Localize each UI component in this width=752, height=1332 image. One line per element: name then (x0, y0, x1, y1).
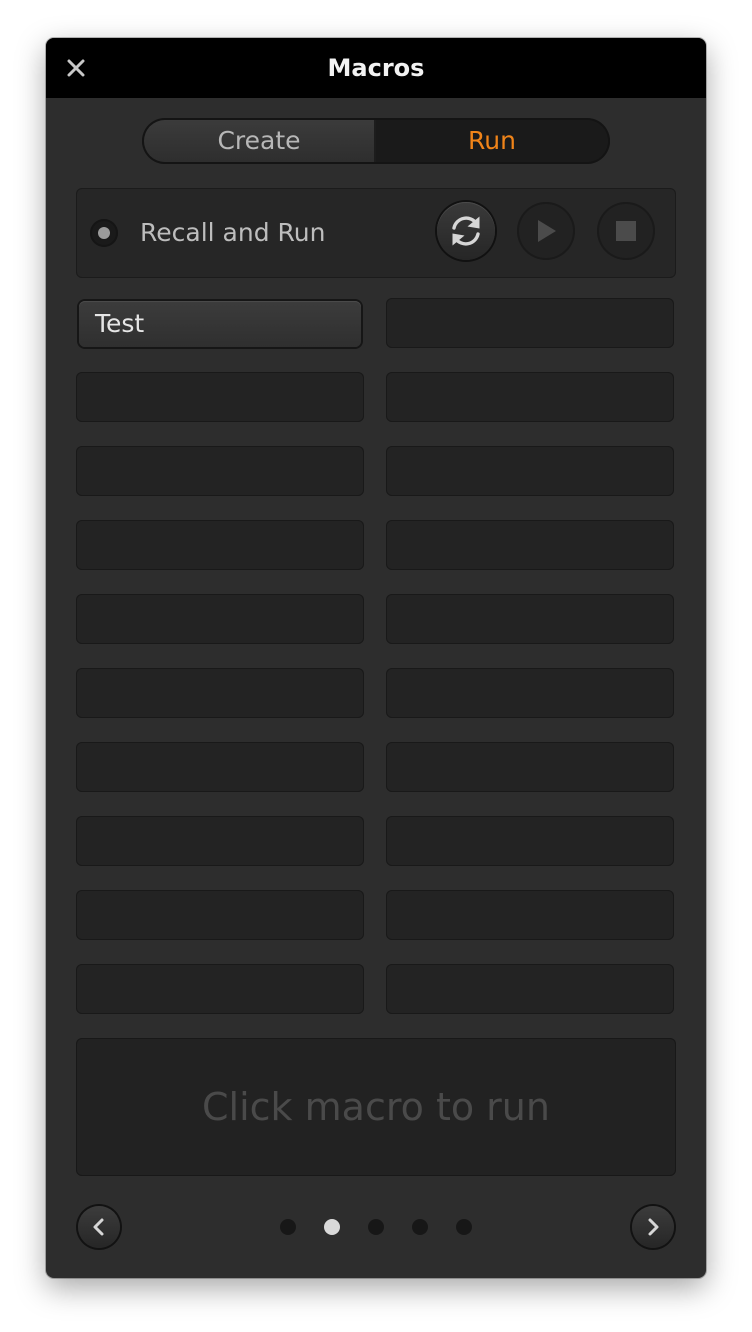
macro-slot[interactable] (76, 742, 364, 792)
macro-slot[interactable] (386, 446, 674, 496)
tab-run[interactable]: Run (376, 120, 608, 162)
recall-and-run-label: Recall and Run (140, 218, 326, 247)
status-message: Click macro to run (76, 1038, 676, 1176)
recall-and-run-panel: Recall and Run (76, 188, 676, 278)
play-button[interactable] (517, 202, 575, 260)
stop-button[interactable] (597, 202, 655, 260)
macro-slot[interactable] (386, 298, 674, 348)
page-dot[interactable] (280, 1219, 296, 1235)
next-page-button[interactable] (632, 1206, 674, 1248)
play-icon (538, 220, 556, 242)
macros-window: Macros Create Run Recall and Run Test Cl… (46, 38, 706, 1278)
macro-slot[interactable] (386, 520, 674, 570)
previous-page-button[interactable] (78, 1206, 120, 1248)
radio-dot (98, 227, 110, 239)
macro-slot[interactable] (386, 890, 674, 940)
loop-button[interactable] (437, 202, 495, 260)
recall-and-run-radio[interactable] (90, 219, 118, 247)
tab-create[interactable]: Create (144, 120, 374, 162)
chevron-left-icon (93, 1218, 104, 1236)
macro-slot[interactable] (76, 890, 364, 940)
page-dot[interactable] (368, 1219, 384, 1235)
macro-slot[interactable] (76, 594, 364, 644)
page-dot[interactable] (324, 1219, 340, 1235)
window-title: Macros (327, 54, 425, 82)
page-dot[interactable] (412, 1219, 428, 1235)
macro-slot[interactable] (386, 668, 674, 718)
macro-slot[interactable] (386, 742, 674, 792)
mode-tabs: Create Run (142, 118, 610, 164)
loop-icon (452, 216, 480, 246)
macro-slot[interactable]: Test (79, 301, 361, 347)
macro-slot[interactable] (386, 964, 674, 1014)
chevron-right-icon (648, 1218, 659, 1236)
stop-icon (616, 221, 636, 241)
title-bar: Macros (46, 38, 706, 98)
macro-slot[interactable] (76, 372, 364, 422)
macro-slot[interactable] (76, 520, 364, 570)
macro-slot[interactable] (76, 668, 364, 718)
macro-slot[interactable] (76, 816, 364, 866)
macro-slot[interactable] (386, 594, 674, 644)
macro-slot[interactable] (386, 372, 674, 422)
macro-slot[interactable] (386, 816, 674, 866)
macro-slot[interactable] (76, 964, 364, 1014)
page-dot[interactable] (456, 1219, 472, 1235)
macro-slot[interactable] (76, 446, 364, 496)
